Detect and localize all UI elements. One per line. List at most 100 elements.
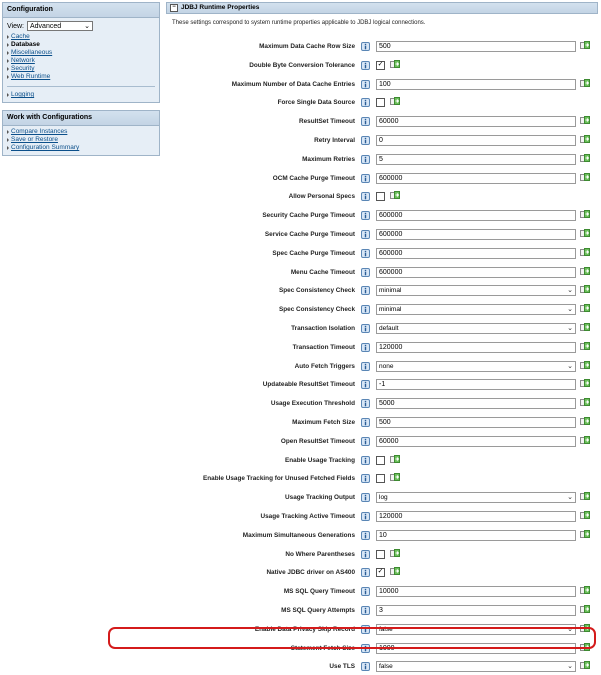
help-info-icon[interactable] [361, 248, 370, 258]
property-input[interactable]: 600000 [376, 229, 576, 240]
help-info-icon[interactable] [361, 455, 370, 465]
help-info-icon[interactable] [361, 474, 370, 484]
help-info-icon[interactable] [361, 361, 370, 371]
help-info-icon[interactable] [361, 493, 370, 503]
revert-default-icon[interactable] [580, 341, 590, 351]
help-info-icon[interactable] [361, 136, 370, 145]
property-checkbox[interactable] [376, 455, 385, 465]
revert-default-icon[interactable] [580, 360, 590, 370]
revert-default-icon[interactable] [580, 435, 590, 445]
work-link-save-or-restore[interactable]: Save or Restore [7, 136, 155, 144]
property-input[interactable]: 100 [376, 78, 576, 90]
help-info-icon[interactable] [361, 79, 370, 89]
help-info-icon[interactable] [361, 587, 370, 597]
revert-default-icon[interactable] [580, 135, 590, 144]
revert-default-icon[interactable] [580, 41, 590, 50]
help-info-icon[interactable] [361, 380, 370, 390]
revert-default-icon[interactable] [580, 210, 590, 219]
nav-link-security[interactable]: Security [7, 65, 155, 73]
help-info-icon[interactable] [361, 342, 370, 352]
help-info-icon[interactable] [361, 530, 370, 540]
help-info-icon[interactable] [361, 606, 370, 615]
help-info-icon[interactable] [361, 42, 370, 51]
property-select[interactable]: log ⌄ [376, 492, 576, 504]
revert-default-icon[interactable] [390, 59, 400, 69]
revert-default-icon[interactable] [390, 548, 400, 558]
revert-default-icon[interactable] [580, 605, 590, 614]
help-info-icon[interactable] [361, 211, 370, 221]
revert-default-icon[interactable] [580, 586, 590, 595]
help-info-icon[interactable] [361, 418, 370, 427]
help-info-icon[interactable] [361, 662, 370, 672]
revert-default-icon[interactable] [580, 661, 590, 670]
collapse-icon[interactable]: − [170, 4, 178, 12]
property-input[interactable]: 5 [376, 153, 576, 165]
property-input[interactable]: 600000 [376, 266, 576, 278]
property-input[interactable]: 60000 [376, 435, 576, 447]
help-info-icon[interactable] [361, 117, 370, 127]
property-select[interactable]: minimal ⌄ [376, 285, 576, 297]
help-info-icon[interactable] [361, 399, 370, 409]
help-info-icon[interactable] [361, 173, 370, 183]
property-checkbox[interactable] [376, 192, 385, 202]
nav-link-miscellaneous[interactable]: Miscellaneous [7, 49, 155, 57]
revert-default-icon[interactable] [580, 398, 590, 407]
nav-link-cache[interactable]: Cache [7, 33, 155, 41]
revert-default-icon[interactable] [580, 492, 590, 501]
property-input[interactable]: 500 [376, 417, 576, 428]
property-input[interactable]: 600000 [376, 247, 576, 259]
property-input[interactable]: 600000 [376, 210, 576, 222]
property-input[interactable]: 600000 [376, 172, 576, 184]
help-info-icon[interactable] [361, 192, 370, 202]
revert-default-icon[interactable] [580, 285, 590, 294]
help-info-icon[interactable] [361, 98, 370, 108]
property-select[interactable]: minimal ⌄ [376, 304, 576, 316]
property-select[interactable]: default ⌄ [376, 323, 576, 334]
property-checkbox[interactable] [376, 98, 385, 108]
work-link-configuration-summary[interactable]: Configuration Summary [7, 144, 155, 152]
property-input[interactable]: 5000 [376, 398, 576, 410]
property-input[interactable]: 60000 [376, 116, 576, 128]
property-select[interactable]: none ⌄ [376, 360, 576, 372]
revert-default-icon[interactable] [390, 454, 400, 464]
revert-default-icon[interactable] [580, 529, 590, 539]
help-info-icon[interactable] [361, 286, 370, 296]
property-input[interactable]: -1 [376, 379, 576, 391]
nav-link-logging[interactable]: Logging [7, 91, 155, 99]
property-checkbox[interactable]: ✓ [376, 568, 385, 578]
property-input[interactable]: 120000 [376, 341, 576, 353]
help-info-icon[interactable] [361, 512, 370, 521]
revert-default-icon[interactable] [390, 567, 400, 576]
nav-link-web-runtime[interactable]: Web Runtime [7, 73, 155, 81]
property-input[interactable]: 500 [376, 41, 576, 52]
help-info-icon[interactable] [361, 230, 370, 239]
help-info-icon[interactable] [361, 267, 370, 277]
revert-default-icon[interactable] [580, 172, 590, 182]
revert-default-icon[interactable] [580, 379, 590, 388]
revert-default-icon[interactable] [580, 417, 590, 426]
property-input[interactable]: 0 [376, 135, 576, 146]
help-info-icon[interactable] [361, 549, 370, 559]
property-input[interactable]: 10000 [376, 586, 576, 598]
help-info-icon[interactable] [361, 568, 370, 578]
section-header[interactable]: − JDBJ Runtime Properties [166, 2, 598, 14]
nav-link-network[interactable]: Network [7, 57, 155, 65]
property-input[interactable]: 10 [376, 529, 576, 541]
revert-default-icon[interactable] [580, 304, 590, 313]
help-info-icon[interactable] [361, 154, 370, 164]
revert-default-icon[interactable] [390, 191, 400, 200]
work-link-compare-instances[interactable]: Compare Instances [7, 128, 155, 136]
revert-default-icon[interactable] [580, 229, 590, 238]
property-input[interactable]: 120000 [376, 511, 576, 522]
revert-default-icon[interactable] [580, 323, 590, 332]
revert-default-icon[interactable] [390, 97, 400, 106]
revert-default-icon[interactable] [580, 247, 590, 257]
property-checkbox[interactable] [376, 549, 385, 559]
help-info-icon[interactable] [361, 60, 370, 70]
property-checkbox[interactable]: ✓ [376, 60, 385, 70]
help-info-icon[interactable] [361, 324, 370, 333]
view-select[interactable]: Advanced ⌄ [27, 21, 93, 31]
property-input[interactable]: 3 [376, 605, 576, 616]
revert-default-icon[interactable] [580, 116, 590, 125]
property-select[interactable]: false ⌄ [376, 661, 576, 673]
